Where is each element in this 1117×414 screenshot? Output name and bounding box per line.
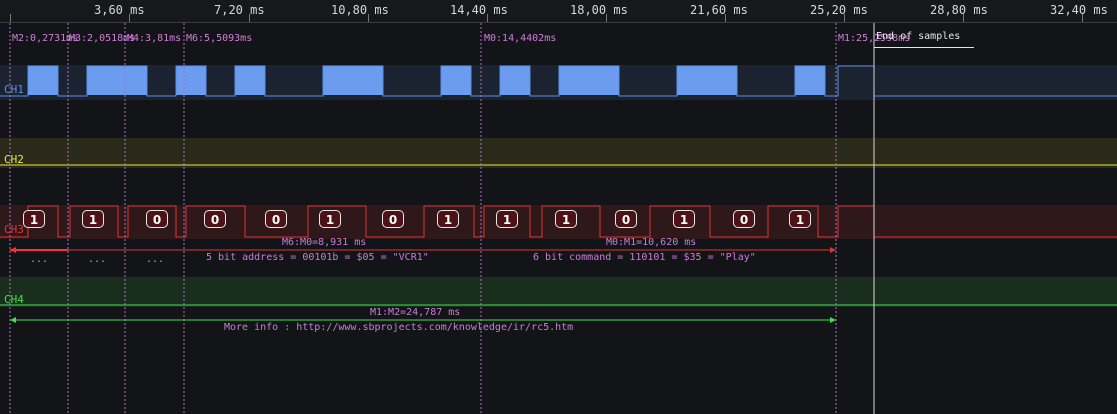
measurement-m6-m0: M6:M0=8,931 ms	[282, 237, 367, 248]
channel-label-ch1[interactable]: CH1	[4, 83, 24, 96]
decoded-bit: 0	[382, 210, 404, 228]
decoded-bit: 1	[673, 210, 695, 228]
measurement-m0-m1: M0:M1=10,620 ms	[606, 237, 697, 248]
channel-label-ch4[interactable]: CH4	[4, 293, 24, 306]
measurement-dots: ...	[30, 254, 49, 265]
decoded-bit: 1	[555, 210, 577, 228]
decoded-bit: 0	[265, 210, 287, 228]
decoded-bit: 0	[733, 210, 755, 228]
waveform-canvas[interactable]	[0, 0, 1117, 414]
measurement-dots: ...	[88, 254, 107, 265]
decoded-bit: 1	[23, 210, 45, 228]
decoded-bit: 1	[82, 210, 104, 228]
decoded-bit: 0	[146, 210, 168, 228]
decoded-bit: 1	[789, 210, 811, 228]
more-info-annotation: More info : http://www.sbprojects.com/kn…	[224, 322, 574, 333]
marker-label-m3[interactable]: M3:2,0518ms	[69, 33, 135, 44]
command-annotation: 6 bit command = 110101 = $35 = "Play"	[533, 252, 756, 263]
measurement-m1-m2: M1:M2=24,787 ms	[370, 307, 461, 318]
address-annotation: 5 bit address = 00101b = $05 = "VCR1"	[206, 252, 429, 263]
measurement-dots: ...	[146, 254, 165, 265]
marker-label-m4[interactable]: M4:3,81ms	[127, 33, 181, 44]
decoded-bit: 1	[437, 210, 459, 228]
ch2-band	[0, 138, 1117, 168]
logic-analyzer-view[interactable]: 3,60 ms 7,20 ms 10,80 ms 14,40 ms 18,00 …	[0, 0, 1117, 414]
marker-label-m6[interactable]: M6:5,5093ms	[186, 33, 252, 44]
decoded-bit: 1	[496, 210, 518, 228]
end-of-samples-label: End of samples	[876, 31, 961, 42]
channel-label-ch2[interactable]: CH2	[4, 153, 24, 166]
end-of-samples-underline	[874, 47, 974, 48]
decoded-bit: 0	[204, 210, 226, 228]
channel-label-ch3[interactable]: CH3	[4, 223, 24, 236]
decoded-bit: 1	[319, 210, 341, 228]
marker-label-m0[interactable]: M0:14,4402ms	[484, 33, 556, 44]
decoded-bit: 0	[615, 210, 637, 228]
ch4-band	[0, 277, 1117, 307]
